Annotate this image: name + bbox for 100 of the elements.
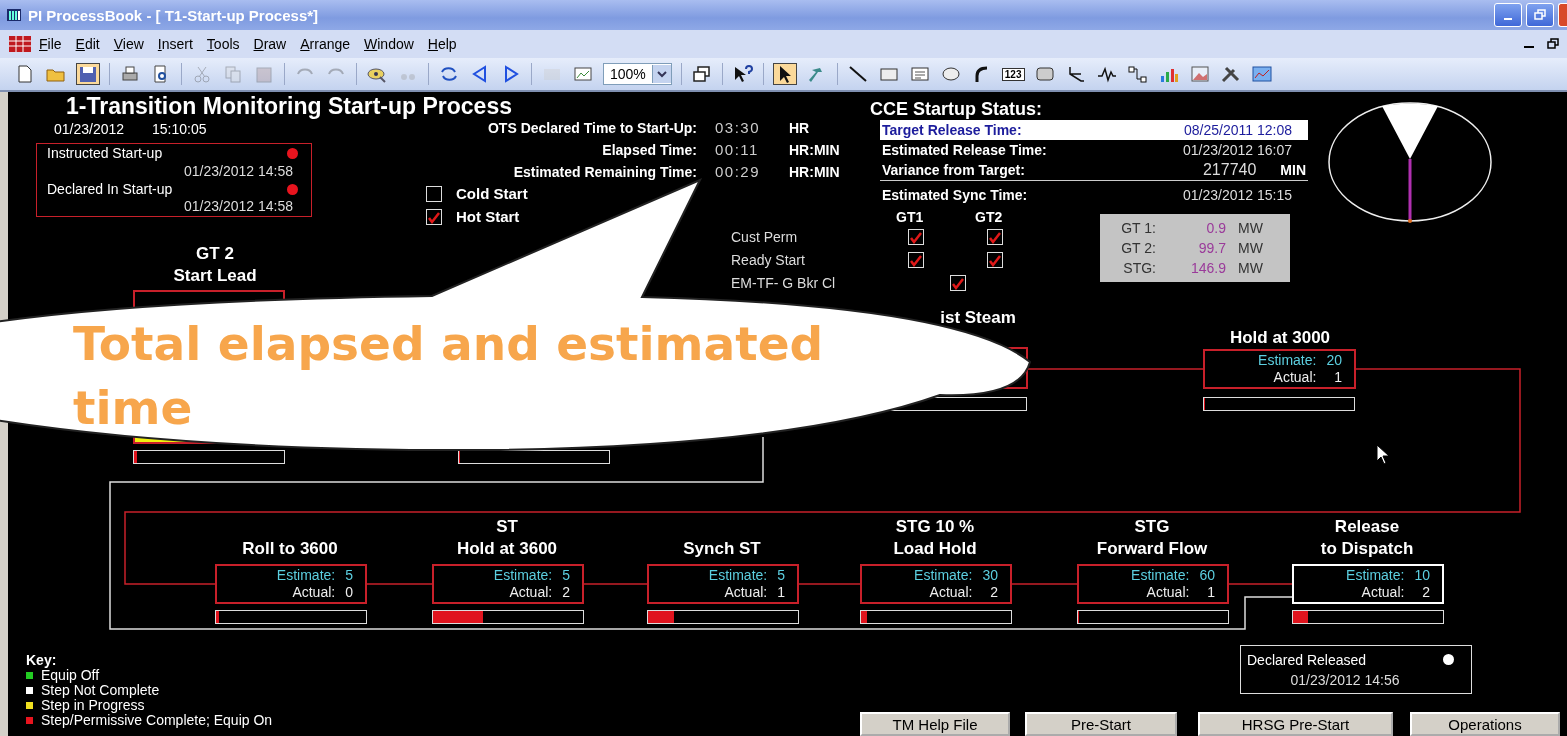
timing-value: 00:11 [715,141,760,159]
actual-label: Actual: [724,584,768,601]
cascade-icon[interactable] [690,64,713,84]
estimate-value: 60 [1199,567,1215,584]
menu-item[interactable]: File [32,36,69,52]
actual-label: Actual: [1146,584,1190,601]
start-mode-label: Cold Start [456,185,528,202]
timing-label: Elapsed Time: [602,141,697,159]
checkbox[interactable] [426,185,442,202]
nav-button[interactable]: Operations [1410,712,1560,736]
step-title: Synch ST [682,538,762,560]
ellipse-icon[interactable] [939,64,962,84]
restore-button[interactable] [1526,3,1554,27]
picture-icon[interactable] [572,64,594,84]
menu-item[interactable]: Edit [68,36,107,52]
start-mode-label: Hot Start [456,208,520,225]
step-title: Load Hold [892,538,978,560]
event-label: Declared In Start-up [47,180,174,199]
refresh-icon[interactable] [438,64,460,84]
menu-item[interactable]: Draw [246,36,294,52]
legend-label: Step Not Complete [41,683,160,698]
actual-value: 1 [1207,584,1215,601]
caret-icon [656,70,667,78]
event-label: Instructed Start-up [47,145,164,163]
status-unit: MIN [1279,161,1307,180]
step-title: ist Steam [939,307,1017,329]
grid-icon[interactable] [8,35,32,53]
checkbox[interactable] [987,252,1003,268]
power-label: GT 1: [1121,219,1156,238]
nav-button[interactable]: HRSG Pre-Start [1198,712,1393,736]
estimate-label: Estimate: [708,567,768,584]
status-label: Variance from Target: [880,160,1179,181]
estimate-value: 5 [777,567,785,584]
timing-label: OTS Declared Time to Start-Up: [488,119,697,137]
legend-label: Step in Progress [41,698,145,713]
estimate-label: Estimate: [1131,567,1190,584]
nav-button[interactable]: TM Help File [860,712,1010,736]
column-header: GT1 [896,209,924,225]
release-label: Declared Released [1247,650,1368,670]
actual-label: Actual: [1361,584,1405,601]
actual-value: 2 [562,584,570,601]
menu-item[interactable]: View [106,36,151,52]
status-value: 08/25/2011 12:08 [1183,121,1293,140]
power-value: 0.9 [1206,219,1226,238]
checkbox[interactable] [950,275,966,291]
tools-icon[interactable] [1219,64,1242,84]
legend-label: Equip Off [41,668,100,683]
menu-item[interactable]: Insert [150,36,200,52]
date-label: 01/23/2012 [54,121,125,137]
text-box-icon[interactable] [908,64,931,84]
trend-icon[interactable] [1250,64,1273,84]
estimate-label: Estimate: [493,567,553,584]
column-header: GT2 [975,209,1003,225]
checkbox[interactable] [908,229,924,245]
permissive-label: Ready Start [731,252,805,268]
status-value: 01/23/2012 15:15 [1182,186,1293,205]
estimate-label: Estimate: [1258,352,1317,369]
app-icon [6,7,22,23]
menu-item[interactable]: Help [420,36,464,52]
status-value: 217740 [1201,160,1258,180]
save-icon[interactable] [77,64,99,84]
actual-label: Actual: [1273,369,1317,386]
close-button[interactable] [1558,3,1567,27]
step-title: to Dispatch [1319,538,1415,560]
steps-icon[interactable] [1126,64,1149,84]
image-icon[interactable] [1188,64,1211,84]
print-icon[interactable] [119,64,141,84]
checkbox[interactable] [908,252,924,268]
menu-item[interactable]: Window [357,36,421,52]
restore-icon[interactable] [1547,38,1559,50]
status-label: Estimated Sync Time: [881,186,1029,205]
status-label: Target Release Time: [880,120,1179,140]
restore-icon [1534,9,1546,21]
step-title: GT 2 [195,243,235,265]
timing-label: Estimated Remaining Time: [513,163,697,181]
actual-value: 0 [345,584,353,601]
rounded-rectangle-icon[interactable] [1033,64,1056,84]
step-title: Hold at 3000 [1228,327,1332,349]
minimize-button[interactable] [1494,3,1522,27]
checkbox[interactable] [987,229,1003,245]
nav-button[interactable]: Pre-Start [1025,712,1177,736]
status-heading: CCE Startup Status: [870,99,1042,120]
power-unit: MW [1238,259,1264,278]
checkbox[interactable] [426,208,442,225]
step-title: Roll to 3600 [241,538,339,560]
estimate-value: 5 [562,567,570,584]
menu-item[interactable]: Tools [199,36,247,52]
power-value: 99.7 [1198,239,1226,258]
zoom-dropdown[interactable]: 100% [603,63,672,85]
menu-item[interactable]: Arrange [293,36,358,52]
estimate-value: 10 [1414,567,1430,584]
event-time: 01/23/2012 14:58 [184,198,293,216]
power-unit: MW [1238,239,1264,258]
value-tool-button[interactable]: 123 [1001,67,1025,81]
power-unit: MW [1238,219,1264,238]
permissive-label: Cust Perm [731,229,798,245]
time-label: 15:10:05 [152,121,207,137]
timing-unit: HR:MIN [789,163,840,181]
legend-label: Step/Permissive Complete; Equip On [41,713,273,728]
actual-value: 1 [1334,369,1342,386]
